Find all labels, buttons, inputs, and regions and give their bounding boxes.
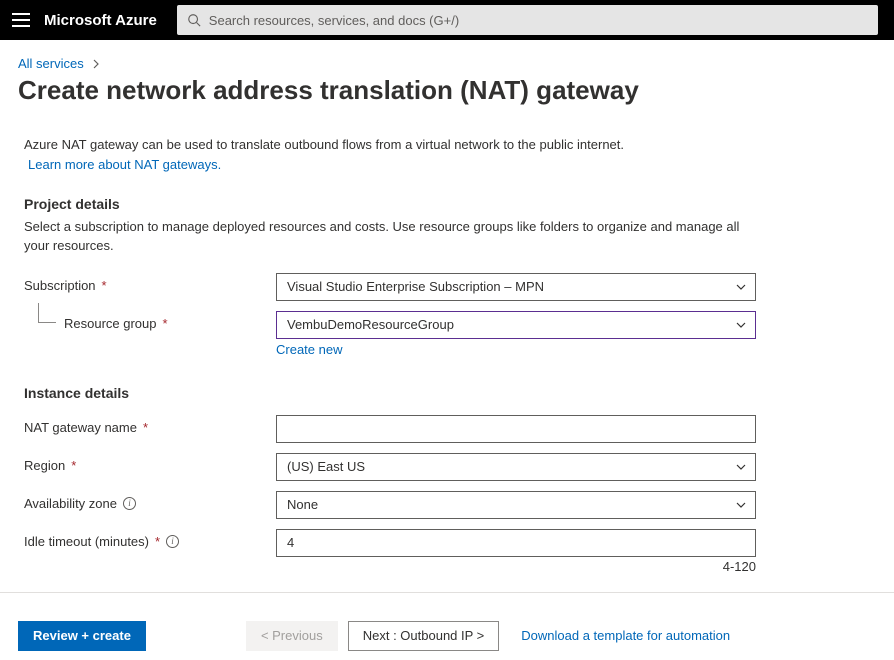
info-icon[interactable]: i: [166, 535, 179, 548]
subscription-dropdown[interactable]: Visual Studio Enterprise Subscription – …: [276, 273, 756, 301]
menu-icon[interactable]: [12, 13, 30, 27]
intro-text: Azure NAT gateway can be used to transla…: [18, 136, 870, 174]
chevron-down-icon: [735, 499, 747, 511]
search-placeholder: Search resources, services, and docs (G+…: [209, 13, 459, 28]
review-create-button[interactable]: Review + create: [18, 621, 146, 651]
required-marker: *: [143, 420, 148, 435]
intro-description: Azure NAT gateway can be used to transla…: [24, 137, 624, 152]
availability-zone-value: None: [287, 497, 318, 512]
chevron-down-icon: [735, 461, 747, 473]
region-label: Region *: [24, 453, 276, 473]
nat-gateway-name-input[interactable]: [276, 415, 756, 443]
idle-timeout-value: 4: [287, 535, 294, 550]
subscription-value: Visual Studio Enterprise Subscription – …: [287, 279, 544, 294]
region-value: (US) East US: [287, 459, 365, 474]
idle-timeout-label: Idle timeout (minutes) * i: [24, 529, 276, 549]
previous-label: < Previous: [261, 628, 323, 643]
next-label: Next : Outbound IP >: [363, 628, 485, 643]
global-search[interactable]: Search resources, services, and docs (G+…: [177, 5, 878, 35]
project-details-description: Select a subscription to manage deployed…: [18, 218, 748, 254]
learn-more-link[interactable]: Learn more about NAT gateways.: [28, 156, 870, 174]
chevron-down-icon: [735, 319, 747, 331]
idle-timeout-label-text: Idle timeout (minutes): [24, 534, 149, 549]
resource-group-label: Resource group *: [24, 311, 276, 331]
availability-zone-label-text: Availability zone: [24, 496, 117, 511]
idle-timeout-input[interactable]: 4: [276, 529, 756, 557]
search-icon: [187, 13, 201, 27]
required-marker: *: [155, 534, 160, 549]
resource-group-value: VembuDemoResourceGroup: [287, 317, 454, 332]
review-create-label: Review + create: [33, 628, 131, 643]
availability-zone-row: Availability zone i None: [24, 491, 870, 519]
idle-timeout-hint: 4-120: [276, 559, 756, 574]
nat-name-label-text: NAT gateway name: [24, 420, 137, 435]
resource-group-row: Resource group * VembuDemoResourceGroup …: [24, 311, 870, 357]
availability-zone-label: Availability zone i: [24, 491, 276, 511]
chevron-down-icon: [735, 281, 747, 293]
required-marker: *: [102, 278, 107, 293]
breadcrumb-link-all-services[interactable]: All services: [18, 56, 84, 71]
brand-label: Microsoft Azure: [44, 12, 157, 29]
required-marker: *: [71, 458, 76, 473]
region-label-text: Region: [24, 458, 65, 473]
page-title: Create network address translation (NAT)…: [18, 75, 870, 106]
top-bar: Microsoft Azure Search resources, servic…: [0, 0, 894, 40]
page-footer: Review + create < Previous Next : Outbou…: [0, 592, 894, 660]
nat-name-row: NAT gateway name *: [24, 415, 870, 443]
resource-group-label-text: Resource group: [64, 316, 157, 331]
required-marker: *: [163, 316, 168, 331]
create-new-resource-group-link[interactable]: Create new: [276, 342, 342, 357]
tree-elbow-icon: [38, 303, 56, 323]
nat-name-label: NAT gateway name *: [24, 415, 276, 435]
region-dropdown[interactable]: (US) East US: [276, 453, 756, 481]
availability-zone-dropdown[interactable]: None: [276, 491, 756, 519]
subscription-label-text: Subscription: [24, 278, 96, 293]
region-row: Region * (US) East US: [24, 453, 870, 481]
breadcrumb: All services: [18, 56, 870, 71]
page-content: All services Create network address tran…: [0, 40, 894, 592]
project-details-heading: Project details: [18, 196, 870, 212]
previous-button: < Previous: [246, 621, 338, 651]
download-template-link[interactable]: Download a template for automation: [521, 628, 730, 643]
next-button[interactable]: Next : Outbound IP >: [348, 621, 500, 651]
resource-group-dropdown[interactable]: VembuDemoResourceGroup: [276, 311, 756, 339]
info-icon[interactable]: i: [123, 497, 136, 510]
subscription-label: Subscription *: [24, 273, 276, 293]
chevron-right-icon: [90, 58, 102, 70]
instance-details-heading: Instance details: [18, 385, 870, 401]
subscription-row: Subscription * Visual Studio Enterprise …: [24, 273, 870, 301]
idle-timeout-row: Idle timeout (minutes) * i 4 4-120: [24, 529, 870, 574]
